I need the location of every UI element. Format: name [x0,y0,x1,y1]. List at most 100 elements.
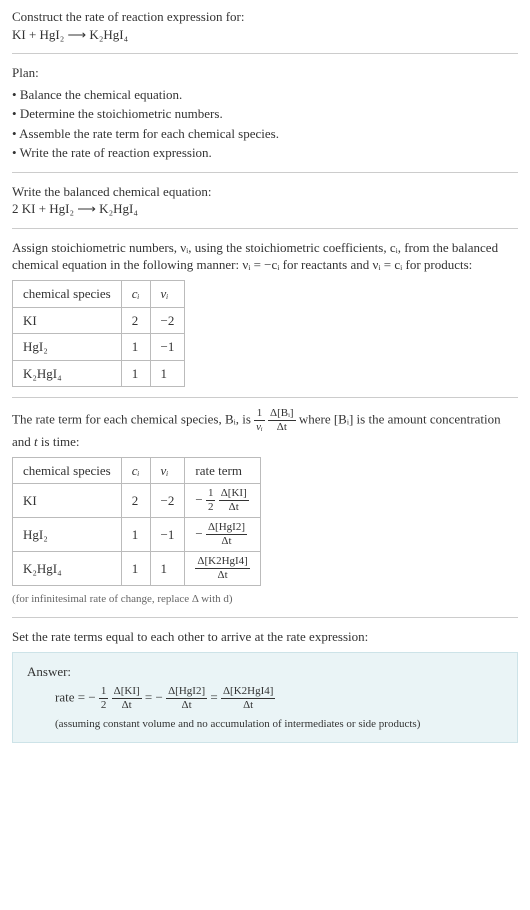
frac-num: Δ[HgI2] [206,522,247,535]
cell-species: KI [13,307,122,334]
cell-c: 1 [121,360,150,387]
frac-den: νᵢ [254,421,265,433]
table-header-row: chemical species cᵢ νᵢ rate term [13,457,261,484]
frac-num: Δ[KI] [219,488,249,501]
rate-delta-frac: Δ[K2HgI4] Δt [221,686,275,711]
col-species: chemical species [13,281,122,308]
plan-item: Determine the stoichiometric numbers. [12,105,518,123]
rate-delta-frac: Δ[HgI2] Δt [206,522,247,547]
rate-delta-frac: Δ[KI] Δt [219,488,249,513]
final-block: Set the rate terms equal to each other t… [12,628,518,743]
col-c: cᵢ [121,281,150,308]
intro-block: Construct the rate of reaction expressio… [12,8,518,43]
rate-term-text: The rate term for each chemical species,… [12,408,518,451]
rate-delta-frac: Δ[HgI2] Δt [166,686,207,711]
equals: = − [145,690,163,705]
cell-v: 1 [150,552,185,586]
balanced-equation: 2 KI + HgI₂ ⟶ K₂HgI₄ [12,200,518,218]
cell-c: 2 [121,307,150,334]
frac-num: 1 [206,488,216,501]
divider [12,617,518,618]
table-row: K₂HgI₄ 1 1 [13,360,185,387]
frac-den: Δt [268,421,296,433]
cell-v: −2 [150,484,185,518]
rate-text-pre: The rate term for each chemical species,… [12,412,254,427]
cell-species: K₂HgI₄ [13,360,122,387]
answer-assumption: (assuming constant volume and no accumul… [55,717,503,732]
balanced-block: Write the balanced chemical equation: 2 … [12,183,518,218]
answer-box: Answer: rate = − 1 2 Δ[KI] Δt = − Δ[HgI2… [12,652,518,743]
rate-term-block: The rate term for each chemical species,… [12,408,518,607]
cell-species: KI [13,484,122,518]
frac-num: Δ[HgI2] [166,686,207,699]
cell-rate: − 1 2 Δ[KI] Δt [185,484,260,518]
col-v: νᵢ [150,281,185,308]
frac-den: Δt [166,699,207,711]
rate-prefix: − [195,492,202,507]
frac-den: 2 [99,699,109,711]
cell-species: HgI₂ [13,518,122,552]
plan-block: Plan: Balance the chemical equation. Det… [12,64,518,162]
plan-heading: Plan: [12,64,518,82]
stoich-table: chemical species cᵢ νᵢ KI 2 −2 HgI₂ 1 −1… [12,280,185,387]
frac-den: 2 [206,501,216,513]
rate-delta-frac: Δ[K2HgI4] Δt [195,556,249,581]
col-rate: rate term [185,457,260,484]
rate-text-post: is time: [38,434,80,449]
cell-c: 2 [121,484,150,518]
col-c: cᵢ [121,457,150,484]
infinitesimal-note: (for infinitesimal rate of change, repla… [12,592,518,607]
table-row: KI 2 −2 − 1 2 Δ[KI] Δt [13,484,261,518]
answer-label: Answer: [27,663,503,681]
answer-rate-expression: rate = − 1 2 Δ[KI] Δt = − Δ[HgI2] Δt = Δ… [55,686,503,711]
cell-species: HgI₂ [13,334,122,361]
frac-num: 1 [99,686,109,699]
frac-den: Δt [206,535,247,547]
equals: = [210,690,221,705]
table-row: K₂HgI₄ 1 1 Δ[K2HgI4] Δt [13,552,261,586]
frac-num: 1 [254,408,265,421]
frac-num: Δ[K2HgI4] [221,686,275,699]
plan-list: Balance the chemical equation. Determine… [12,86,518,162]
cell-c: 1 [121,334,150,361]
cell-rate: − Δ[HgI2] Δt [185,518,260,552]
divider [12,228,518,229]
divider [12,172,518,173]
cell-v: −1 [150,334,185,361]
cell-rate: Δ[K2HgI4] Δt [185,552,260,586]
table-row: KI 2 −2 [13,307,185,334]
cell-species: K₂HgI₄ [13,552,122,586]
table-row: HgI₂ 1 −1 [13,334,185,361]
rate-lhs: rate = − [55,690,96,705]
frac-den: Δt [219,501,249,513]
cell-v: −1 [150,518,185,552]
final-heading: Set the rate terms equal to each other t… [12,628,518,646]
cell-v: −2 [150,307,185,334]
table-header-row: chemical species cᵢ νᵢ [13,281,185,308]
rate-table: chemical species cᵢ νᵢ rate term KI 2 −2… [12,457,261,587]
frac-num: Δ[KI] [112,686,142,699]
stoich-text: Assign stoichiometric numbers, νᵢ, using… [12,239,518,274]
frac-num: Δ[Bᵢ] [268,408,296,421]
plan-item: Write the rate of reaction expression. [12,144,518,162]
rate-coeff-frac: 1 2 [99,686,109,711]
cell-c: 1 [121,552,150,586]
rate-prefix: − [195,526,202,541]
balanced-heading: Write the balanced chemical equation: [12,183,518,201]
plan-item: Assemble the rate term for each chemical… [12,125,518,143]
cell-v: 1 [150,360,185,387]
col-v: νᵢ [150,457,185,484]
intro-equation: KI + HgI₂ ⟶ K₂HgI₄ [12,26,518,44]
plan-item: Balance the chemical equation. [12,86,518,104]
stoich-block: Assign stoichiometric numbers, νᵢ, using… [12,239,518,387]
frac-den: Δt [195,569,249,581]
frac-den: Δt [112,699,142,711]
col-species: chemical species [13,457,122,484]
rate-delta-frac: Δ[KI] Δt [112,686,142,711]
frac-num: Δ[K2HgI4] [195,556,249,569]
rate-coeff-frac: 1 2 [206,488,216,513]
divider [12,53,518,54]
cell-c: 1 [121,518,150,552]
rate-coeff-frac: 1 νᵢ [254,408,265,433]
divider [12,397,518,398]
